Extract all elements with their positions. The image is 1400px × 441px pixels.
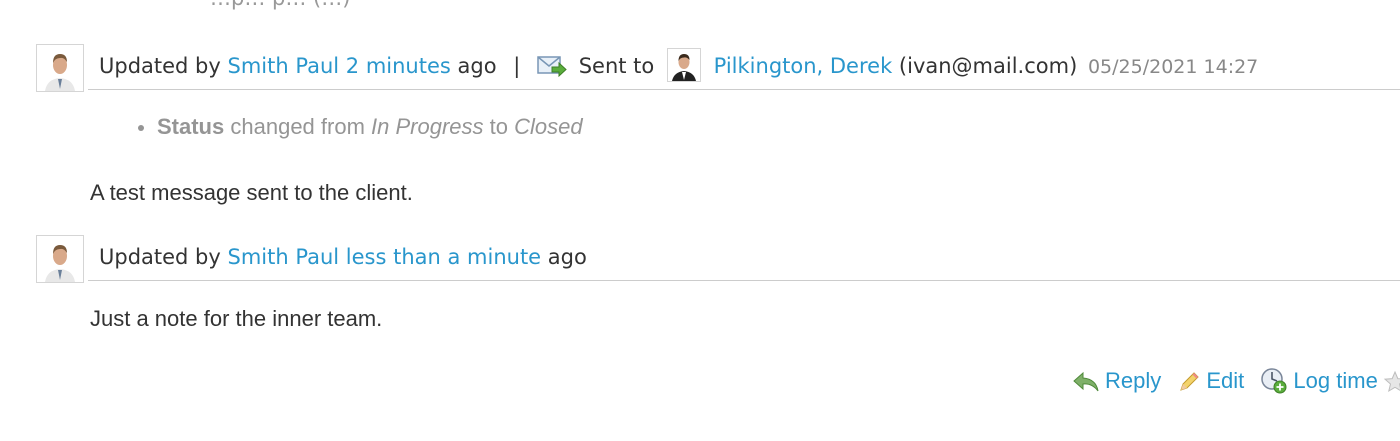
recipient-email: (ivan@mail.com) bbox=[898, 54, 1078, 78]
star-icon[interactable] bbox=[1383, 370, 1400, 398]
pencil-icon bbox=[1180, 372, 1200, 391]
user-avatar-icon[interactable] bbox=[36, 235, 84, 283]
recipient-link[interactable]: Pilkington, Derek bbox=[714, 54, 893, 78]
journal-entry: Updated by Smith Paul less than a minute… bbox=[0, 235, 1400, 345]
edit-label: Edit bbox=[1206, 368, 1245, 393]
detail-item: Status changed from In Progress to Close… bbox=[136, 114, 583, 140]
journal-header: Updated by Smith Paul 2 minutes ago | Se… bbox=[88, 44, 1400, 90]
updated-by-label: Updated by bbox=[99, 54, 221, 78]
reply-label: Reply bbox=[1105, 368, 1162, 393]
journal-header: Updated by Smith Paul less than a minute… bbox=[88, 235, 1400, 281]
journal-notes: A test message sent to the client. bbox=[90, 180, 413, 205]
ago-label: ago bbox=[457, 54, 497, 78]
separator: | bbox=[513, 54, 521, 78]
time-ago-link[interactable]: 2 minutes bbox=[346, 54, 451, 78]
mail-sent-icon bbox=[537, 49, 567, 78]
journal-actions: Reply Edit Log time bbox=[1072, 366, 1388, 394]
detail-field: Status bbox=[157, 114, 225, 139]
author-link[interactable]: Smith Paul bbox=[228, 245, 340, 269]
author-link[interactable]: Smith Paul bbox=[228, 54, 340, 78]
detail-new-value: Closed bbox=[514, 114, 583, 139]
detail-changed-from: changed from bbox=[230, 114, 365, 139]
issue-history: …p… p… (…) Updated by Smith Paul 2 minut… bbox=[0, 0, 1400, 441]
user-avatar-icon[interactable] bbox=[36, 44, 84, 92]
log-time-button[interactable]: Log time bbox=[1260, 366, 1378, 394]
ago-label: ago bbox=[547, 245, 587, 269]
reply-arrow-icon bbox=[1073, 371, 1099, 392]
journal-entry: Updated by Smith Paul 2 minutes ago | Se… bbox=[0, 44, 1400, 224]
detail-to: to bbox=[489, 114, 509, 139]
reply-button[interactable]: Reply bbox=[1072, 368, 1161, 394]
truncated-text: …p… p… (…) bbox=[210, 0, 350, 10]
journal-details: Status changed from In Progress to Close… bbox=[136, 114, 583, 140]
log-time-label: Log time bbox=[1293, 368, 1378, 393]
updated-by-label: Updated by bbox=[99, 245, 221, 269]
clock-add-icon bbox=[1261, 368, 1287, 394]
detail-old-value: In Progress bbox=[371, 114, 484, 139]
recipient-avatar-icon[interactable] bbox=[666, 48, 701, 82]
edit-button[interactable]: Edit bbox=[1177, 368, 1244, 394]
time-ago-link[interactable]: less than a minute bbox=[346, 245, 541, 269]
journal-notes: Just a note for the inner team. bbox=[90, 306, 383, 331]
sent-to-label: Sent to bbox=[578, 54, 655, 78]
journal-timestamp: 05/25/2021 14:27 bbox=[1087, 56, 1259, 78]
